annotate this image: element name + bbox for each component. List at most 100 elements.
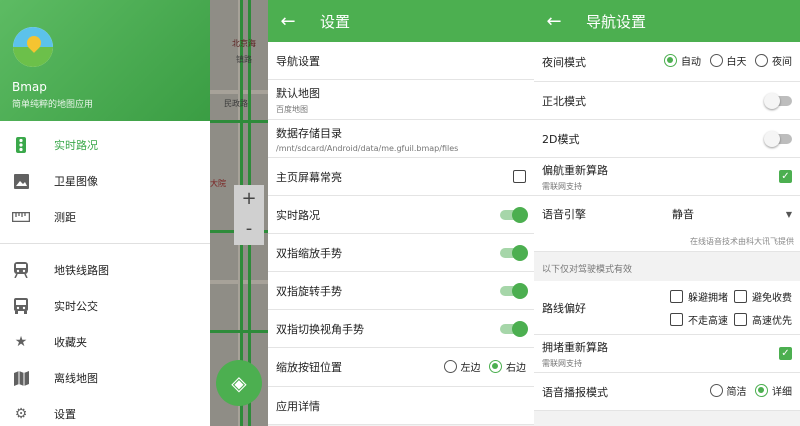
dropdown-arrow-icon[interactable]: ▼ [786,210,792,219]
row-label: 双指旋转手势 [276,284,342,298]
reroute-congestion-row[interactable]: 拥堵重新算路需联网支持 ✓ [534,335,800,373]
radio-label: 自动 [681,57,701,68]
broadcast-mode-row: 语音播报模式 简洁 详细 [534,373,800,411]
row-label: 导航设置 [276,54,320,68]
row-label: 应用详情 [276,399,320,413]
zoom-left-radio[interactable]: 左边 [443,359,481,374]
page-title: 设置 [320,12,351,31]
radio-label: 简洁 [726,387,747,398]
tilt-switch[interactable] [500,320,528,337]
zoom-out-button[interactable]: - [234,215,264,245]
rotate-row[interactable]: 双指旋转手势 [268,272,534,310]
drawer-item-traffic[interactable]: 实时路况 [0,127,210,163]
subway-icon [12,261,30,279]
row-sub: 需联网支持 [542,358,582,368]
app-name: Bmap [12,80,47,94]
night-night-radio[interactable]: 夜间 [755,53,792,68]
gear-icon: ⚙ [14,406,28,422]
app-details-row[interactable]: 应用详情 [268,387,534,425]
traffic-switch[interactable] [500,206,528,223]
row-label: 夜间模式 [542,55,586,69]
route-pref-row: 路线偏好 躲避拥堵 避免收费 不走高速 高速优先 [534,281,800,335]
row-label: 正北模式 [542,94,586,108]
drawer-item-satellite[interactable]: 卫星图像 [0,163,210,199]
navigation-fab[interactable]: ◈ [216,360,262,406]
radio-label: 白天 [726,57,747,68]
nav-settings-appbar: ← 导航设置 [534,0,800,42]
drawer-item-favorites[interactable]: ★ 收藏夹 [0,324,210,360]
storage-dir-row[interactable]: 数据存储目录/mnt/sdcard/Android/data/me.gfuil.… [268,120,534,158]
night-auto-radio[interactable]: 自动 [664,53,701,68]
drawer-divider [0,243,210,244]
mode-2d-row[interactable]: 2D模式 [534,120,800,158]
drawer-header: Bmap 简单纯粹的地图应用 [0,0,210,121]
map-label: 民政路 [224,99,248,108]
reroute-offcourse-checkbox[interactable]: ✓ [779,170,792,183]
broadcast-brief-radio[interactable]: 简洁 [709,383,747,398]
highway-first-checkbox[interactable]: 高速优先 [734,312,792,327]
avoid-congestion-checkbox[interactable]: 躲避拥堵 [670,289,728,304]
night-mode-row: 夜间模式 自动 白天 夜间 [534,42,800,82]
page-title: 导航设置 [586,12,647,31]
row-label: 数据存储目录 [276,126,342,140]
drawer-item-subway[interactable]: 地铁线路图 [0,252,210,288]
zoom-in-button[interactable]: + [234,185,264,215]
mode-2d-switch[interactable] [764,130,792,147]
map-icon [12,369,30,387]
drawer-item-label: 实时公交 [54,300,98,313]
settings-screen: ← 设置 导航设置 默认地图 百度地图 数据存储目录/mnt/sdcard/And… [268,0,534,426]
row-label: 偏航重新算路 [542,163,608,177]
pinch-zoom-switch[interactable] [500,244,528,261]
image-icon [12,172,30,190]
radio-label: 详细 [772,387,792,398]
nav-settings-screen: ← 导航设置 夜间模式 自动 白天 夜间 正北模式 2D模式 偏航重新算路需联网… [534,0,800,426]
back-arrow-icon[interactable]: ← [534,11,574,32]
row-label: 双指缩放手势 [276,246,342,260]
voice-engine-row[interactable]: 语音引擎 静音 ▼ [534,196,800,232]
ruler-icon [12,208,30,226]
navigation-drawer: Bmap 简单纯粹的地图应用 实时路况 卫星图像 测距 地铁线路图 实时公交 ★… [0,0,210,426]
checkbox-label: 躲避拥堵 [688,292,728,304]
drawer-item-label: 测距 [54,211,76,224]
checkbox-label: 不走高速 [688,315,728,327]
traffic-row[interactable]: 实时路况 [268,196,534,234]
nav-settings-row[interactable]: 导航设置 [268,42,534,80]
map-label: 大院 [210,179,226,188]
reroute-congestion-checkbox[interactable]: ✓ [779,347,792,360]
map-view[interactable]: 北京海 镇路 民政路 大院 + - ◈ [210,0,268,426]
reroute-offcourse-row[interactable]: 偏航重新算路需联网支持 ✓ [534,158,800,196]
row-value: /mnt/sdcard/Android/data/me.gfuil.bmap/f… [276,143,459,153]
north-up-switch[interactable] [764,92,792,109]
drawer-item-bus[interactable]: 实时公交 [0,288,210,324]
broadcast-detail-radio[interactable]: 详细 [755,383,792,398]
voice-engine-value[interactable]: 静音 [672,206,694,222]
north-up-row[interactable]: 正北模式 [534,82,800,120]
checkbox-label: 高速优先 [752,315,792,327]
map-label: 北京海 [232,39,256,48]
drawer-item-offline-map[interactable]: 离线地图 [0,360,210,396]
app-logo-icon [13,27,53,67]
drawer-item-label: 实时路况 [54,139,98,152]
row-label: 拥堵重新算路 [542,340,608,354]
night-day-radio[interactable]: 白天 [709,53,747,68]
row-label: 路线偏好 [542,301,586,315]
rotate-switch[interactable] [500,282,528,299]
back-arrow-icon[interactable]: ← [268,11,308,32]
default-map-row[interactable]: 默认地图 百度地图 [268,80,534,120]
pinch-zoom-row[interactable]: 双指缩放手势 [268,234,534,272]
voice-engine-note: 在线语音技术由科大讯飞提供 [534,232,800,252]
keep-screen-on-row[interactable]: 主页屏幕常亮 [268,158,534,196]
keep-screen-on-checkbox[interactable] [513,170,526,183]
drawer-item-measure[interactable]: 测距 [0,199,210,235]
radio-label: 左边 [460,362,481,374]
drawer-item-settings[interactable]: ⚙ 设置 [0,396,210,426]
row-label: 语音引擎 [542,208,586,221]
drawer-item-label: 卫星图像 [54,175,98,188]
tilt-row[interactable]: 双指切换视角手势 [268,310,534,348]
row-label: 主页屏幕常亮 [276,170,342,184]
radio-label: 夜间 [772,57,792,68]
row-sub: 需联网支持 [542,181,582,191]
zoom-right-radio[interactable]: 右边 [489,359,526,374]
avoid-toll-checkbox[interactable]: 避免收费 [734,289,792,304]
no-highway-checkbox[interactable]: 不走高速 [670,312,728,327]
